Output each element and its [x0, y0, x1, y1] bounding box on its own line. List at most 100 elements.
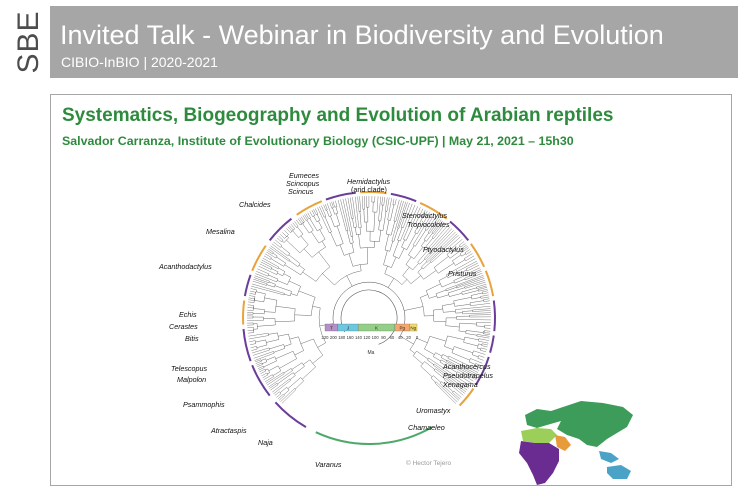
timescale-tick: 60 [390, 335, 395, 340]
tree-branch [449, 293, 463, 297]
tree-branch [316, 219, 320, 222]
tree-branch [473, 350, 486, 355]
tree-branch [290, 368, 293, 371]
timescale-tick: 0 [416, 335, 419, 340]
timescale-tick: 100 [372, 335, 380, 340]
tree-branch [471, 297, 481, 300]
tree-branch [379, 230, 382, 242]
tree-branch [332, 207, 335, 215]
tree-branch [255, 361, 262, 364]
tree-branch [278, 267, 285, 272]
tree-branch [268, 332, 278, 335]
tree-branch [251, 348, 258, 351]
tree-branch [454, 346, 473, 353]
tree-branch [410, 275, 421, 284]
tree-branch [259, 263, 272, 270]
tree-branch [336, 225, 344, 244]
tree-branch [336, 213, 340, 226]
tree-branch [302, 366, 316, 380]
clade-arcs [242, 191, 496, 445]
tree-branch [263, 360, 277, 368]
tree-branch [248, 333, 269, 337]
tree-branch [283, 389, 290, 395]
tree-branch [391, 200, 404, 241]
taxon-acanthodactylus: Acanthodactylus [158, 262, 212, 271]
tree-branch [392, 198, 395, 205]
tree-branch [480, 294, 489, 297]
tree-branch [378, 196, 381, 221]
tree-branch [319, 229, 326, 240]
tree-branch [420, 365, 433, 377]
tree-branch [352, 218, 355, 228]
tree-branch [478, 340, 489, 344]
tree-branch [358, 234, 361, 249]
tree-branch [446, 287, 457, 292]
tree-branch [303, 248, 313, 258]
tree-branch [346, 275, 353, 287]
tree-branch [478, 343, 482, 345]
tree-branch [484, 327, 491, 329]
tree-branch [268, 365, 279, 371]
tree-branch [335, 206, 338, 214]
taxon-stenodactylus: Stenodactylus [402, 211, 448, 220]
tree-branch [305, 213, 310, 219]
tree-branch [413, 247, 424, 259]
tree-branch [248, 297, 255, 299]
tree-branch [280, 246, 290, 254]
tree-branch [484, 332, 491, 334]
timescale-tick: 140 [355, 335, 363, 340]
tree-branch [359, 196, 361, 212]
tree-branch [359, 264, 362, 271]
tree-branch [355, 196, 359, 228]
tree-branch [469, 300, 484, 303]
tree-branch [289, 375, 296, 380]
tree-branch [477, 287, 488, 290]
tree-branch [326, 209, 330, 217]
tree-branch [393, 228, 399, 242]
tree-branch [383, 250, 388, 265]
tree-branch [272, 252, 278, 257]
world-map-icon [519, 401, 633, 485]
tree-branch [284, 230, 289, 235]
phylogeny-figure: T J K Pg Ng 220 200 180 160 140 120 100 80 60 40 20 0 M… [158, 171, 633, 485]
tree-branch [302, 271, 317, 282]
tree-branch [337, 199, 347, 232]
timescale-tick: 160 [347, 335, 355, 340]
period-label: J [347, 325, 349, 330]
tree-branch [329, 202, 332, 209]
clade-arc [274, 401, 307, 428]
tree-branch [321, 205, 327, 217]
timescale-tick: 220 [322, 335, 330, 340]
tree-branch [280, 387, 287, 393]
tree-branch [364, 196, 365, 210]
tree-branch [300, 338, 314, 344]
tree-branch [477, 334, 490, 337]
tree-branch [267, 373, 285, 386]
tree-branch [442, 354, 449, 358]
tree-branch [477, 347, 481, 350]
taxon-ptyodactylus: Ptyodactylus [423, 245, 464, 254]
tree-branch [250, 288, 257, 291]
taxon-xenagama: Xenagama [442, 380, 478, 389]
tree-branch [433, 356, 441, 362]
tree-branch [481, 347, 487, 350]
tree-branch [284, 293, 291, 297]
timescale-tick: 180 [338, 335, 346, 340]
tree-branch [321, 241, 326, 248]
tree-branch [345, 198, 354, 237]
tree-branch [401, 239, 405, 248]
tree-branch [402, 266, 410, 276]
tree-branch [435, 289, 447, 294]
tree-branch [288, 280, 301, 287]
tree-branch [461, 253, 466, 257]
tree-branch [357, 196, 360, 212]
tree-branch [311, 231, 320, 244]
tree-branch [255, 339, 266, 343]
tree-branch [290, 293, 298, 296]
tree-branch [312, 306, 321, 309]
tree-branch [445, 325, 460, 328]
tree-branch [376, 196, 379, 213]
tree-branch [268, 370, 293, 388]
tree-branch [322, 273, 335, 286]
tree-branch [444, 346, 454, 350]
